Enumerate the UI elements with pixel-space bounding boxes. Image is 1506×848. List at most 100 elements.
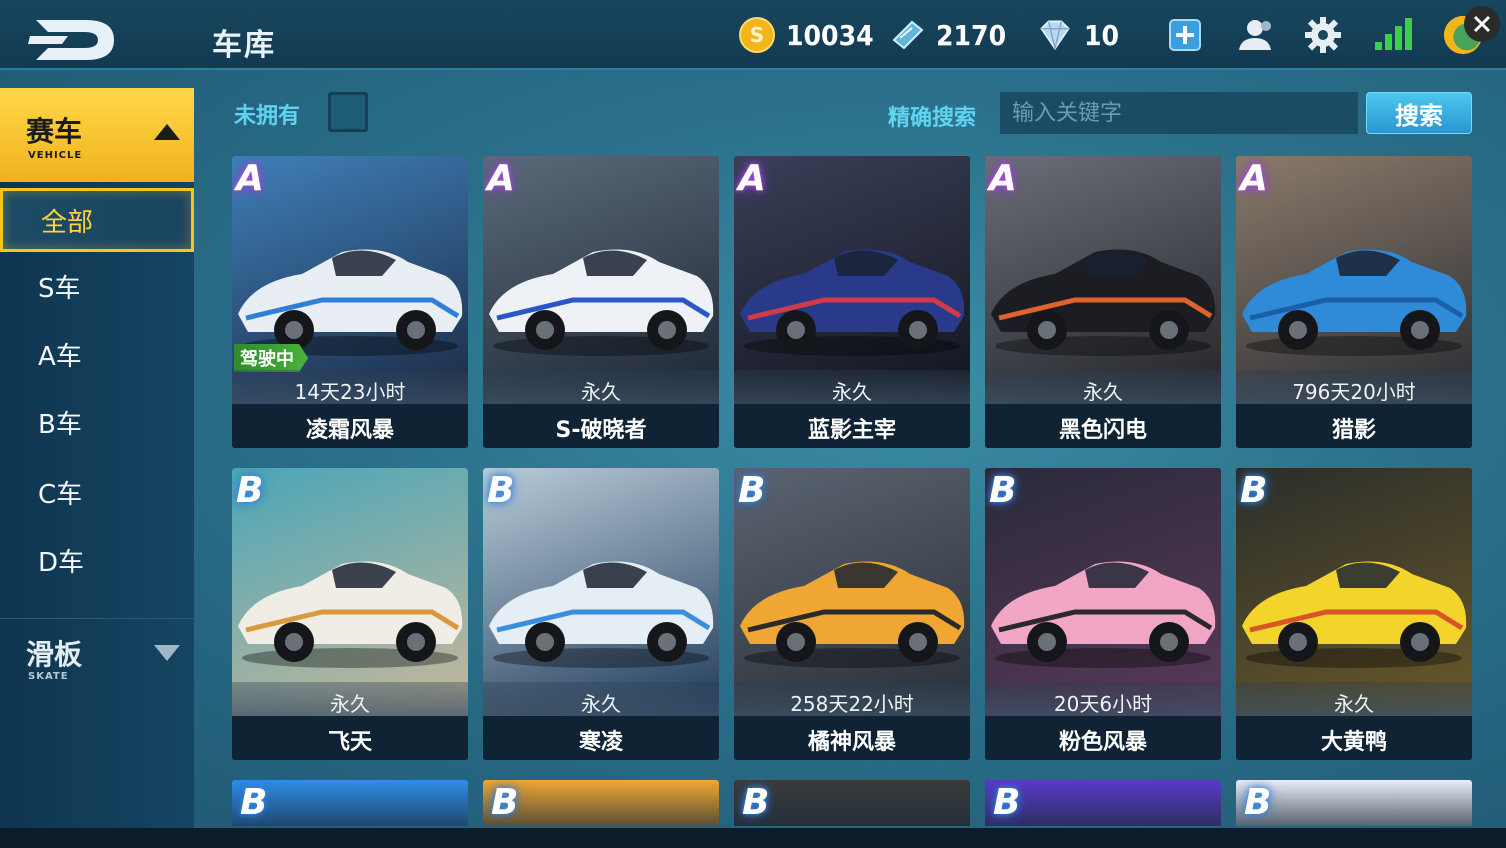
diamond-counter: 10	[1036, 16, 1119, 54]
vehicle-card[interactable]: A 796天20小时 猎影	[1236, 156, 1472, 448]
expand-arrow-icon	[154, 645, 180, 661]
rank-badge: B	[1244, 782, 1272, 823]
category-vehicle-header[interactable]: 赛车 VEHICLE	[0, 88, 194, 182]
page-title: 车库	[212, 28, 276, 63]
category-skate-sublabel: SKATE	[28, 671, 69, 682]
rank-badge: B	[236, 470, 264, 511]
vehicle-name: 寒凌	[578, 730, 623, 755]
logo-icon	[28, 14, 120, 66]
rank-badge: B	[240, 782, 268, 823]
rank-badge: B	[989, 470, 1017, 511]
vehicle-name: S-破晓者	[555, 418, 647, 443]
vehicle-card[interactable]: B 永久大黄鸭	[1236, 468, 1472, 760]
rank-badge: B	[742, 782, 770, 823]
diamond-amount: 10	[1084, 18, 1120, 52]
sidebar-item-a[interactable]: A车	[0, 322, 194, 386]
race-car-icon	[238, 249, 463, 356]
settings-icon[interactable]	[1302, 14, 1344, 56]
signal-icon	[1372, 14, 1414, 56]
race-car-icon	[740, 249, 965, 356]
search-label: 精确搜索	[888, 106, 977, 131]
rank-badge: B	[993, 782, 1021, 823]
close-button[interactable]	[1464, 6, 1500, 42]
unowned-filter-label: 未拥有	[234, 104, 301, 129]
vehicle-duration: 永久	[832, 380, 872, 404]
vehicle-duration: 永久	[581, 380, 621, 404]
search-button[interactable]: 搜索	[1366, 92, 1472, 134]
ticket-icon	[888, 16, 926, 54]
rank-badge: A	[487, 158, 515, 199]
sidebar-item-all[interactable]: 全部	[0, 188, 194, 252]
rank-badge: A	[1240, 158, 1268, 199]
vehicle-name: 蓝影主宰	[807, 418, 896, 443]
vehicle-duration: 14天23小时	[294, 380, 406, 404]
sidebar-item-label: 全部	[41, 207, 94, 238]
bottom-edge	[0, 828, 1506, 848]
gold-counter: S 10034	[738, 16, 874, 54]
category-sidebar: 赛车 VEHICLE 全部 S车 A车 B车 C车 D车 滑板 SKATE	[0, 88, 194, 828]
vehicle-name: 飞天	[327, 730, 372, 755]
gold-coin-icon: S	[738, 16, 776, 54]
vehicle-name: 凌霜风暴	[305, 418, 394, 443]
vehicle-card[interactable]: B 永久寒凌	[483, 468, 719, 760]
vehicle-card[interactable]: A 驾驶中 14天23小时 凌霜风暴	[232, 156, 468, 448]
search-input[interactable]	[1000, 92, 1358, 134]
close-icon	[1473, 15, 1491, 33]
gold-amount: 10034	[786, 18, 874, 52]
vehicle-duration: 永久	[1334, 692, 1374, 716]
category-skate-label: 滑板	[26, 638, 83, 671]
sidebar-item-label: S车	[38, 273, 81, 304]
sidebar-item-label: D车	[38, 547, 85, 578]
rank-badge: B	[1240, 470, 1268, 511]
category-vehicle-label: 赛车	[26, 115, 83, 148]
vehicle-duration: 永久	[330, 692, 370, 716]
vehicle-name: 黑色闪电	[1058, 418, 1147, 443]
sidebar-item-label: B车	[38, 409, 82, 440]
vehicle-duration: 20天6小时	[1053, 692, 1153, 716]
vehicle-name: 橘神风暴	[807, 730, 896, 755]
vehicle-card-partial[interactable]: B	[1236, 780, 1472, 826]
race-car-icon	[489, 249, 714, 356]
vehicle-card[interactable]: B 258天22小时 橘神风暴	[734, 468, 970, 760]
vehicle-card-partial[interactable]: B	[483, 780, 719, 826]
category-skate-header[interactable]: 滑板 SKATE	[0, 618, 194, 698]
vehicle-card[interactable]: A 永久 蓝影主宰	[734, 156, 970, 448]
rank-badge: B	[491, 782, 519, 823]
add-icon[interactable]	[1164, 14, 1206, 56]
vehicle-card[interactable]: A 永久 S-破晓者	[483, 156, 719, 448]
race-car-icon	[740, 561, 965, 668]
ticket-amount: 2170	[936, 18, 1007, 52]
vehicle-duration: 永久	[1083, 380, 1123, 404]
sidebar-item-label: C车	[38, 479, 83, 510]
vehicle-card-partial[interactable]: B	[232, 780, 468, 826]
vehicle-name: 大黄鸭	[1320, 730, 1387, 755]
vehicle-card[interactable]: B 永久飞天	[232, 468, 468, 760]
race-car-icon	[238, 561, 463, 668]
vehicle-duration: 永久	[581, 692, 621, 716]
race-car-icon	[991, 249, 1216, 356]
rank-badge: B	[487, 470, 515, 511]
rank-badge: A	[236, 158, 264, 199]
vehicle-name: 粉色风暴	[1058, 730, 1147, 755]
vehicle-card[interactable]: A 永久黑色闪电	[985, 156, 1221, 448]
category-vehicle-sublabel: VEHICLE	[28, 150, 83, 161]
race-car-icon	[991, 561, 1216, 668]
sidebar-item-c[interactable]: C车	[0, 460, 194, 524]
race-car-icon	[489, 561, 714, 668]
vehicle-duration: 258天22小时	[790, 692, 914, 716]
driving-badge: 驾驶中	[234, 344, 308, 372]
vehicle-card-partial[interactable]: B	[734, 780, 970, 826]
unowned-checkbox[interactable]	[328, 92, 368, 132]
ticket-counter: 2170	[888, 16, 1006, 54]
friends-icon[interactable]	[1234, 14, 1276, 56]
sidebar-item-d[interactable]: D车	[0, 528, 194, 592]
sidebar-item-b[interactable]: B车	[0, 390, 194, 454]
vehicle-card-partial[interactable]: B	[985, 780, 1221, 826]
top-bar: 车库 S 10034 2170 10	[0, 0, 1506, 70]
race-car-icon	[1242, 561, 1467, 668]
vehicle-card[interactable]: B 20天6小时 粉色风暴	[985, 468, 1221, 760]
diamond-icon	[1036, 16, 1074, 54]
rank-badge: A	[989, 158, 1017, 199]
vehicle-duration: 796天20小时	[1292, 380, 1416, 404]
sidebar-item-s[interactable]: S车	[0, 254, 194, 318]
